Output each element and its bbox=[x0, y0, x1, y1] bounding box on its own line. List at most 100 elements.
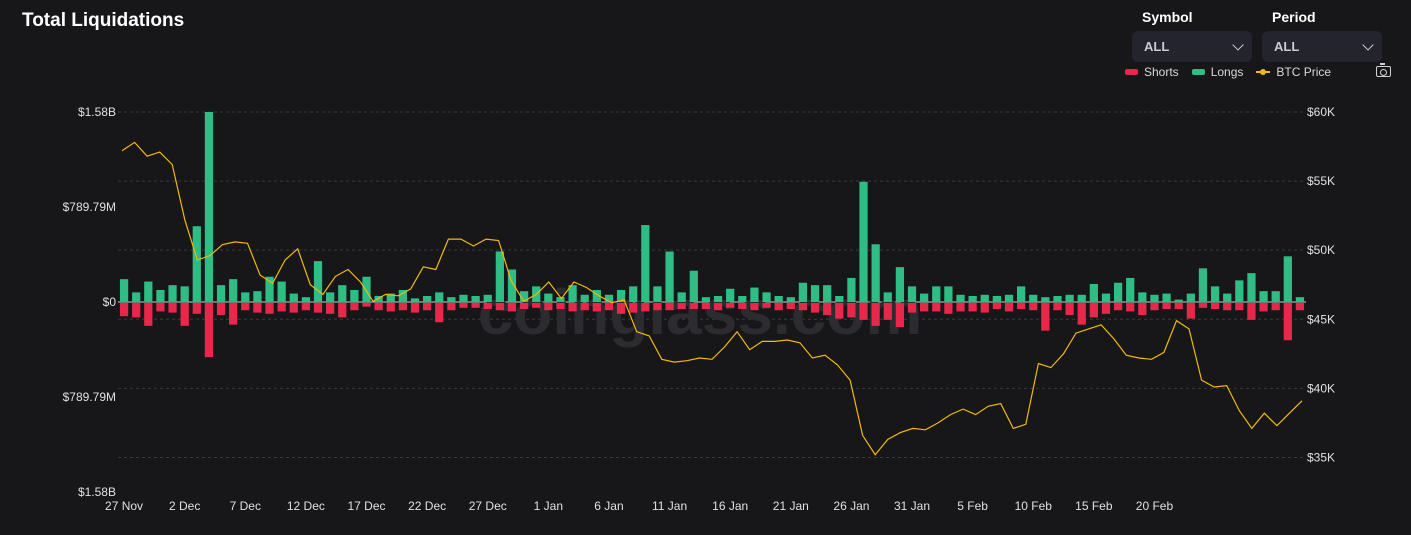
long-bar bbox=[1223, 293, 1232, 302]
short-bar bbox=[326, 303, 335, 314]
short-bar bbox=[980, 303, 989, 313]
left-axis: $1.58B $789.79M $0 $789.79M $1.58B bbox=[63, 105, 117, 499]
long-bar bbox=[835, 295, 844, 302]
short-bar bbox=[786, 303, 795, 310]
long-bar bbox=[338, 285, 347, 302]
x-tick-label: 6 Jan bbox=[594, 499, 623, 513]
long-bar bbox=[859, 181, 868, 302]
right-tick-label: $60K bbox=[1307, 105, 1335, 119]
long-bar bbox=[289, 293, 298, 302]
long-bar bbox=[495, 251, 504, 302]
long-bar bbox=[132, 292, 141, 302]
short-bar bbox=[1223, 303, 1232, 311]
short-bar bbox=[362, 303, 371, 307]
long-bar bbox=[798, 282, 808, 302]
long-bar bbox=[156, 289, 165, 302]
short-bar bbox=[1295, 303, 1305, 311]
x-tick-label: 5 Feb bbox=[957, 499, 988, 513]
short-bar bbox=[519, 303, 529, 310]
x-tick-label: 21 Jan bbox=[773, 499, 809, 513]
short-bar bbox=[132, 303, 141, 318]
long-bar bbox=[968, 295, 977, 302]
short-bar bbox=[1150, 303, 1159, 311]
short-bar bbox=[495, 303, 504, 311]
short-bar bbox=[616, 303, 626, 314]
long-bar bbox=[932, 286, 941, 302]
short-bar bbox=[859, 303, 868, 320]
left-tick-label: $1.58B bbox=[78, 105, 116, 119]
long-bar bbox=[713, 295, 723, 302]
long-bar bbox=[895, 267, 905, 302]
short-bar bbox=[956, 303, 965, 312]
long-bar bbox=[180, 286, 189, 302]
long-bar bbox=[750, 287, 759, 302]
short-bar bbox=[823, 303, 832, 316]
long-bar bbox=[823, 285, 832, 302]
short-bar bbox=[1271, 303, 1280, 311]
short-bar bbox=[677, 303, 686, 310]
short-bar bbox=[556, 303, 565, 310]
long-bar bbox=[980, 294, 989, 302]
short-bar bbox=[459, 303, 468, 308]
right-tick-label: $35K bbox=[1307, 450, 1335, 464]
short-bar bbox=[798, 303, 808, 311]
long-bar bbox=[701, 297, 711, 302]
short-bar bbox=[835, 303, 844, 319]
long-bar bbox=[277, 281, 286, 302]
short-bar bbox=[665, 303, 674, 311]
long-bar bbox=[847, 277, 856, 302]
long-bar bbox=[641, 225, 650, 302]
short-bar bbox=[1041, 303, 1050, 331]
long-bar bbox=[907, 286, 917, 302]
x-tick-label: 27 Nov bbox=[105, 499, 143, 513]
short-bar bbox=[604, 303, 614, 311]
right-tick-label: $45K bbox=[1307, 312, 1335, 326]
long-bar bbox=[1210, 286, 1220, 302]
long-bar bbox=[944, 286, 953, 302]
short-bar bbox=[726, 303, 735, 308]
short-bar bbox=[932, 303, 941, 312]
short-bar bbox=[1053, 303, 1062, 311]
long-bar bbox=[204, 112, 214, 302]
long-bar bbox=[653, 286, 662, 302]
x-tick-label: 12 Dec bbox=[287, 499, 325, 513]
x-tick-label: 16 Jan bbox=[712, 499, 748, 513]
short-bar bbox=[641, 303, 650, 312]
long-bar bbox=[168, 285, 177, 302]
short-bar bbox=[544, 303, 553, 311]
short-bar bbox=[507, 303, 517, 312]
short-bar bbox=[1065, 303, 1074, 316]
short-bar bbox=[1247, 303, 1256, 320]
long-bar bbox=[544, 293, 553, 302]
long-bar bbox=[665, 251, 674, 302]
long-bar bbox=[1029, 294, 1038, 302]
right-tick-label: $50K bbox=[1307, 243, 1335, 257]
short-bar bbox=[847, 303, 856, 318]
short-bar bbox=[119, 303, 129, 317]
short-bar bbox=[313, 303, 323, 313]
short-bar bbox=[216, 303, 226, 316]
long-bar bbox=[1186, 293, 1195, 302]
short-bar bbox=[277, 303, 286, 312]
short-bar bbox=[871, 303, 880, 326]
long-bar bbox=[447, 297, 456, 302]
long-bar bbox=[726, 288, 735, 302]
short-bar bbox=[568, 303, 577, 312]
long-bar bbox=[580, 294, 589, 302]
long-bar bbox=[786, 297, 795, 302]
long-bar bbox=[1065, 294, 1074, 302]
long-bar bbox=[483, 294, 492, 302]
x-tick-label: 2 Dec bbox=[169, 499, 200, 513]
long-bar bbox=[871, 244, 880, 302]
short-bar bbox=[301, 303, 311, 311]
long-bar bbox=[1017, 286, 1026, 302]
short-bar bbox=[750, 303, 759, 311]
short-bar bbox=[338, 303, 347, 318]
long-bar bbox=[435, 292, 444, 302]
long-bar bbox=[471, 295, 480, 302]
short-bar bbox=[289, 303, 298, 313]
short-bar bbox=[350, 303, 359, 311]
long-bar bbox=[459, 294, 468, 302]
long-bar bbox=[883, 292, 892, 302]
short-bar bbox=[1101, 303, 1111, 314]
